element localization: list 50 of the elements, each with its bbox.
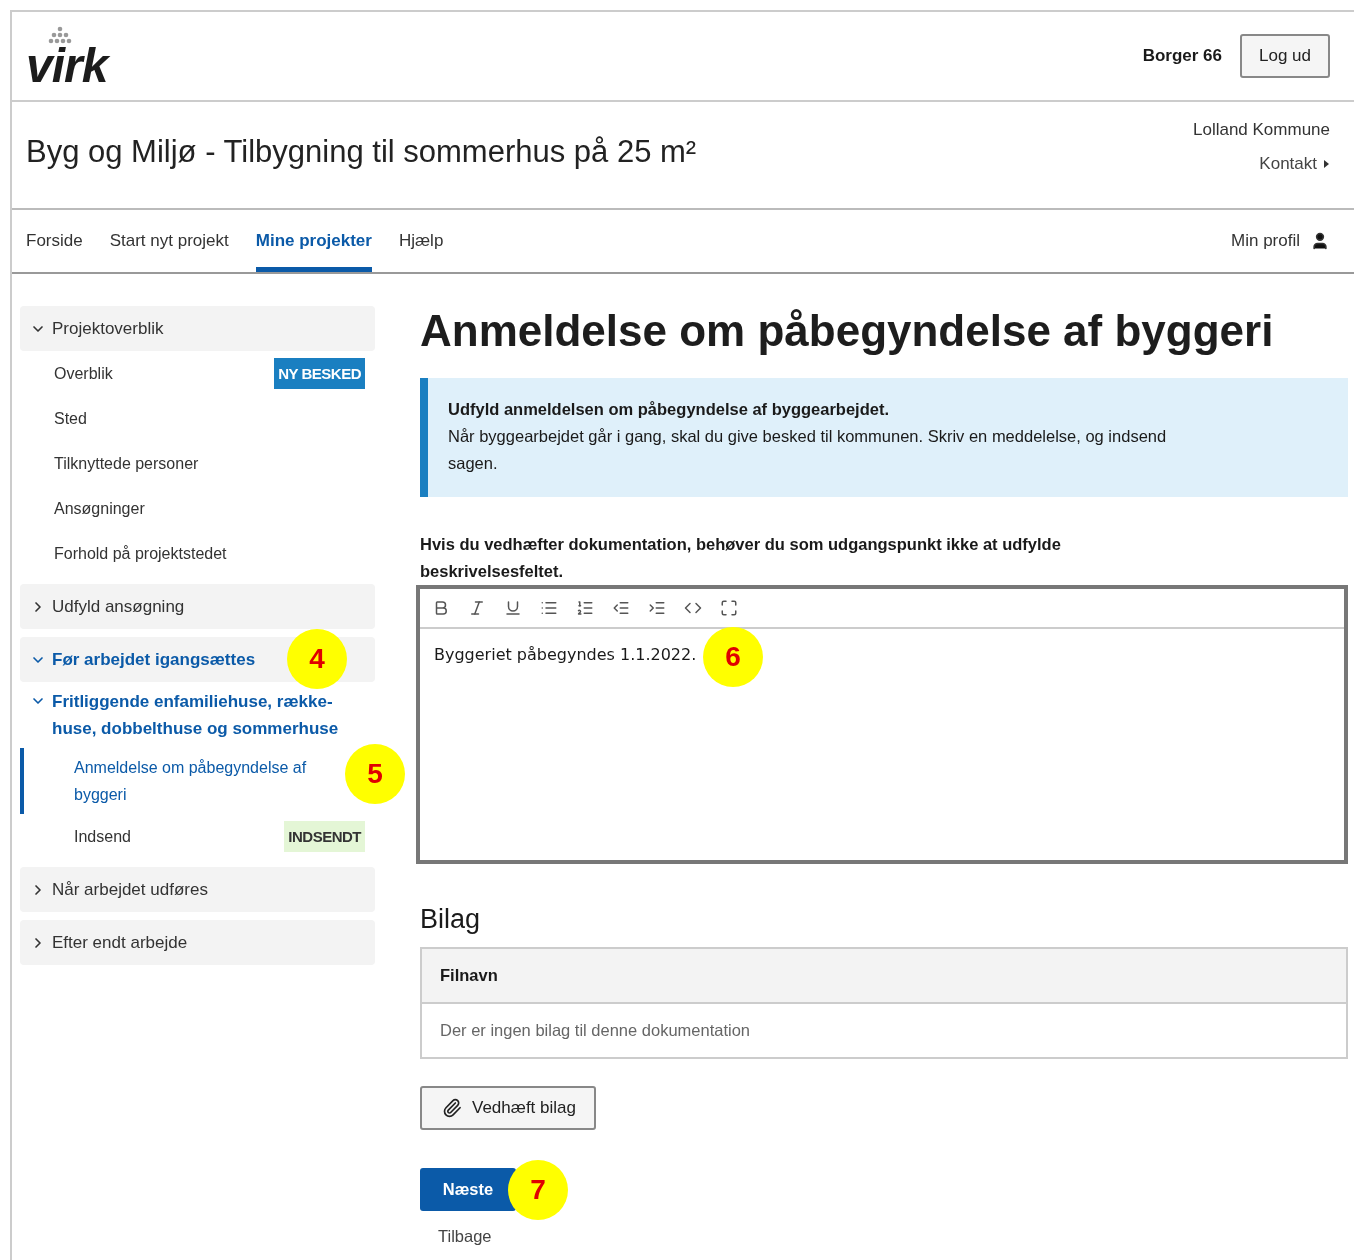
callout-marker: 6 <box>703 627 763 687</box>
sidebar-item[interactable]: Tilknyttede personer <box>20 441 375 486</box>
sidebar-group[interactable]: Efter endt arbejde <box>20 920 375 965</box>
info-title: Udfyld anmeldelsen om påbegyndelse af byggearbejdet. <box>448 399 891 420</box>
status-badge: INDSENDT <box>284 821 365 852</box>
caret-icon <box>1323 159 1330 169</box>
sidebar-group[interactable]: Projektoverblik <box>20 306 375 351</box>
nav-tab[interactable]: Mine projekter <box>255 210 372 272</box>
editor-text: Byggeriet påbegyndes 1.1.2022. <box>434 645 697 664</box>
underline-icon[interactable] <box>504 599 522 617</box>
dots-logo-icon <box>48 26 72 46</box>
main-heading: Anmeldelse om påbegyndelse af byggeri <box>420 306 1275 356</box>
section-heading: Bilag <box>420 904 482 935</box>
sidebar-group[interactable]: Når arbejdet udføres <box>20 867 375 912</box>
nav-tab[interactable]: Hjælp <box>398 210 444 272</box>
nav-tab[interactable]: Forside <box>26 210 83 272</box>
page-title: Byg og Miljø - Tilbygning til sommerhus på 25 m² <box>26 134 697 171</box>
sidebar-group[interactable]: Udfyld ansøgning <box>20 584 375 629</box>
logout-button[interactable]: Log ud <box>1240 34 1330 78</box>
sidebar-item[interactable]: Sted <box>20 396 375 441</box>
callout-marker: 7 <box>508 1160 568 1220</box>
indent-icon[interactable] <box>648 599 666 617</box>
callout-marker: 5 <box>345 744 405 804</box>
user-name: Borger 66 <box>1142 46 1222 66</box>
contact-link[interactable]: Kontakt <box>1259 154 1330 174</box>
field-label: Hvis du vedhæfter dokumentation, behøver du som udgangspunkt ikke at udfylde beskrivelsesfeltet. <box>420 534 1062 582</box>
nav-tab[interactable]: Start nyt projekt <box>109 210 229 272</box>
next-button[interactable]: Næste <box>420 1168 516 1211</box>
municipality-name: Lolland Kommune <box>1192 120 1330 140</box>
numbered-list-icon[interactable] <box>576 599 594 617</box>
empty-message: Der er ingen bilag til denne dokumentation <box>439 1020 752 1041</box>
logo[interactable]: virk <box>26 46 108 86</box>
user-icon <box>1310 231 1330 251</box>
attach-button[interactable]: Vedhæft bilag <box>420 1086 596 1130</box>
italic-icon[interactable] <box>468 599 486 617</box>
sidebar-item[interactable]: Indsend INDSENDT <box>20 814 375 859</box>
outdent-icon[interactable] <box>612 599 630 617</box>
paperclip-icon <box>442 1098 462 1118</box>
sidebar-item[interactable]: Overblik NY BESKED <box>20 351 375 396</box>
back-link[interactable]: Tilbage <box>438 1227 1348 1246</box>
sidebar-item[interactable]: Ansøgninger <box>20 486 375 531</box>
fullscreen-icon[interactable] <box>720 599 738 617</box>
callout-tooltip: 4 <box>287 629 347 689</box>
sidebar-item[interactable]: Forhold på projektstedet <box>20 531 375 576</box>
column-header: Filnavn <box>422 949 1346 1004</box>
bullet-list-icon[interactable] <box>540 599 558 617</box>
info-text: Når byggearbejdet går i gang, skal du give besked til kommunen. Skriv en meddelelse, og indsend sagen. <box>448 426 1168 474</box>
profile-link[interactable]: Min profil <box>1231 210 1330 272</box>
status-badge: NY BESKED <box>274 358 365 389</box>
sidebar-item[interactable]: Anmeldelse om påbegyndelse af byggeri <box>20 748 320 814</box>
